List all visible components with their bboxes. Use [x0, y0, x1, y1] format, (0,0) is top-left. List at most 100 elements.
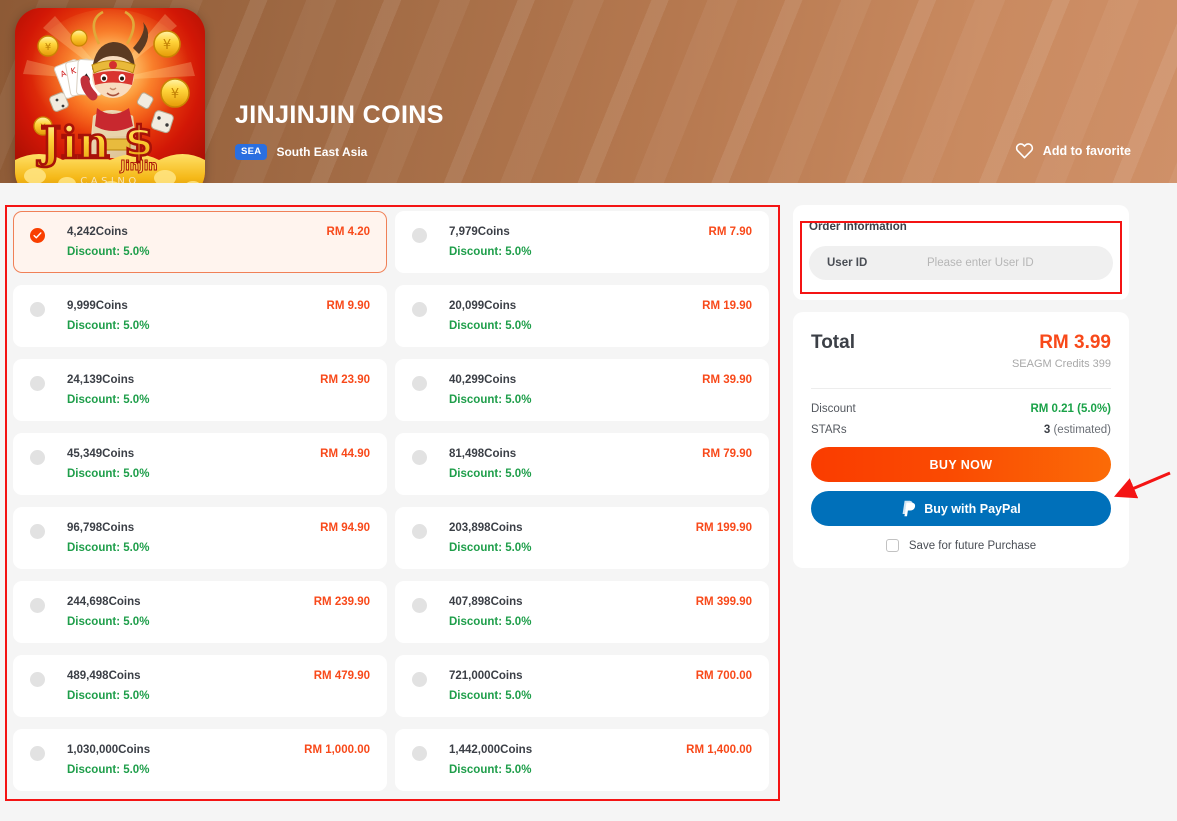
package-radio-icon[interactable]: [30, 746, 45, 761]
package-radio-icon[interactable]: [412, 302, 427, 317]
package-card[interactable]: 40,299Coins RM 39.90 Discount: 5.0%: [395, 359, 769, 421]
package-card[interactable]: 721,000Coins RM 700.00 Discount: 5.0%: [395, 655, 769, 717]
package-card[interactable]: 1,442,000Coins RM 1,400.00 Discount: 5.0%: [395, 729, 769, 791]
package-price: RM 399.90: [695, 596, 752, 608]
package-radio-icon[interactable]: [412, 524, 427, 539]
package-price: RM 4.20: [326, 226, 370, 238]
region-badge: SEA: [235, 144, 268, 160]
svg-text:¥: ¥: [171, 87, 179, 102]
package-price: RM 44.90: [320, 448, 370, 460]
package-discount: Discount: 5.0%: [67, 764, 150, 776]
package-radio-selected-icon[interactable]: [30, 228, 45, 243]
package-name: 407,898Coins: [449, 596, 523, 608]
buy-with-paypal-button[interactable]: Buy with PayPal: [811, 491, 1111, 526]
package-price: RM 700.00: [695, 670, 752, 682]
game-thumbnail: ¥ ¥ ¥ ¥ A K ♠ Jin $ JinJin CASINO: [15, 8, 205, 183]
divider: [811, 388, 1111, 389]
svg-text:¥: ¥: [163, 38, 171, 53]
package-name: 203,898Coins: [449, 522, 523, 534]
total-price: RM 3.99: [1039, 332, 1111, 353]
package-card[interactable]: 407,898Coins RM 399.90 Discount: 5.0%: [395, 581, 769, 643]
buy-with-paypal-label: Buy with PayPal: [924, 501, 1021, 516]
package-name: 20,099Coins: [449, 300, 517, 312]
package-name: 40,299Coins: [449, 374, 517, 386]
save-for-future-purchase-label: Save for future Purchase: [908, 539, 1037, 552]
package-list: 4,242Coins RM 4.20 Discount: 5.0% 9,999Coin…: [5, 205, 780, 801]
package-radio-icon[interactable]: [412, 598, 427, 613]
stars-value-group: 3 (estimated): [1044, 424, 1111, 436]
save-for-future-purchase-checkbox[interactable]: [885, 539, 899, 552]
package-card[interactable]: 96,798Coins RM 94.90 Discount: 5.0%: [13, 507, 387, 569]
package-card[interactable]: 24,139Coins RM 23.90 Discount: 5.0%: [13, 359, 387, 421]
user-id-field[interactable]: User ID: [809, 246, 1113, 280]
package-price: RM 9.90: [326, 300, 370, 312]
package-discount: Discount: 5.0%: [67, 690, 150, 702]
package-price: RM 7.90: [708, 226, 752, 238]
package-radio-icon[interactable]: [30, 450, 45, 465]
package-discount: Discount: 5.0%: [449, 616, 532, 628]
user-id-label: User ID: [827, 257, 868, 269]
package-radio-icon[interactable]: [412, 746, 427, 761]
package-name: 1,442,000Coins: [449, 744, 533, 756]
package-price: RM 1,000.00: [304, 744, 370, 756]
package-discount: Discount: 5.0%: [67, 320, 150, 332]
buy-now-button[interactable]: BUY NOW: [811, 447, 1111, 482]
stars-value: 3: [1043, 424, 1051, 436]
package-card[interactable]: 45,349Coins RM 44.90 Discount: 5.0%: [13, 433, 387, 495]
package-radio-icon[interactable]: [30, 302, 45, 317]
discount-label: Discount: [811, 403, 856, 415]
stars-row: STARs 3 (estimated): [811, 424, 1111, 436]
package-card[interactable]: 4,242Coins RM 4.20 Discount: 5.0%: [13, 211, 387, 273]
package-price: RM 199.90: [695, 522, 752, 534]
package-radio-icon[interactable]: [412, 450, 427, 465]
package-radio-icon[interactable]: [412, 228, 427, 243]
package-name: 1,030,000Coins: [67, 744, 151, 756]
package-discount: Discount: 5.0%: [449, 764, 532, 776]
package-price: RM 23.90: [320, 374, 370, 386]
package-card[interactable]: 244,698Coins RM 239.90 Discount: 5.0%: [13, 581, 387, 643]
package-discount: Discount: 5.0%: [67, 542, 150, 554]
package-price: RM 39.90: [702, 374, 752, 386]
package-price: RM 79.90: [702, 448, 752, 460]
package-card[interactable]: 81,498Coins RM 79.90 Discount: 5.0%: [395, 433, 769, 495]
package-radio-icon[interactable]: [30, 598, 45, 613]
package-discount: Discount: 5.0%: [449, 320, 532, 332]
package-discount: Discount: 5.0%: [67, 616, 150, 628]
page-title: JINJINJIN COINS: [235, 101, 444, 129]
checkout-panel: Order Information User ID Total RM 3.99 …: [793, 205, 1129, 568]
package-card[interactable]: 1,030,000Coins RM 1,000.00 Discount: 5.0%: [13, 729, 387, 791]
package-card[interactable]: 9,999Coins RM 9.90 Discount: 5.0%: [13, 285, 387, 347]
save-for-future-purchase-row[interactable]: Save for future Purchase: [811, 539, 1111, 552]
package-price: RM 94.90: [320, 522, 370, 534]
total-label: Total: [811, 332, 855, 353]
package-radio-icon[interactable]: [30, 524, 45, 539]
package-discount: Discount: 5.0%: [449, 246, 532, 258]
package-card[interactable]: 7,979Coins RM 7.90 Discount: 5.0%: [395, 211, 769, 273]
discount-row: Discount RM 0.21 (5.0%): [811, 403, 1111, 415]
package-radio-icon[interactable]: [30, 672, 45, 687]
package-column-right: 7,979Coins RM 7.90 Discount: 5.0% 20,099Coi…: [395, 211, 769, 791]
order-total-card: Total RM 3.99 SEAGM Credits 399 Discount…: [793, 312, 1129, 568]
user-id-input[interactable]: [927, 257, 1095, 269]
stars-note: (estimated): [1053, 424, 1111, 436]
game-banner: ¥ ¥ ¥ ¥ A K ♠ Jin $ JinJin CASINO JINJIN…: [0, 0, 1177, 183]
stars-label: STARs: [811, 424, 847, 436]
package-radio-icon[interactable]: [412, 376, 427, 391]
package-price: RM 239.90: [313, 596, 370, 608]
package-name: 81,498Coins: [449, 448, 517, 460]
svg-text:JinJin: JinJin: [119, 159, 157, 174]
heart-icon: [1015, 143, 1033, 159]
svg-text:¥: ¥: [45, 42, 51, 53]
package-radio-icon[interactable]: [30, 376, 45, 391]
package-name: 24,139Coins: [67, 374, 135, 386]
paypal-icon: [902, 500, 916, 517]
add-to-favorite-button[interactable]: Add to favorite: [1015, 142, 1131, 159]
discount-value: RM 0.21 (5.0%): [1030, 403, 1111, 415]
package-radio-icon[interactable]: [412, 672, 427, 687]
package-column-left: 4,242Coins RM 4.20 Discount: 5.0% 9,999Coin…: [13, 211, 387, 791]
package-discount: Discount: 5.0%: [67, 394, 150, 406]
package-card[interactable]: 20,099Coins RM 19.90 Discount: 5.0%: [395, 285, 769, 347]
package-card[interactable]: 203,898Coins RM 199.90 Discount: 5.0%: [395, 507, 769, 569]
package-card[interactable]: 489,498Coins RM 479.90 Discount: 5.0%: [13, 655, 387, 717]
package-discount: Discount: 5.0%: [67, 468, 150, 480]
